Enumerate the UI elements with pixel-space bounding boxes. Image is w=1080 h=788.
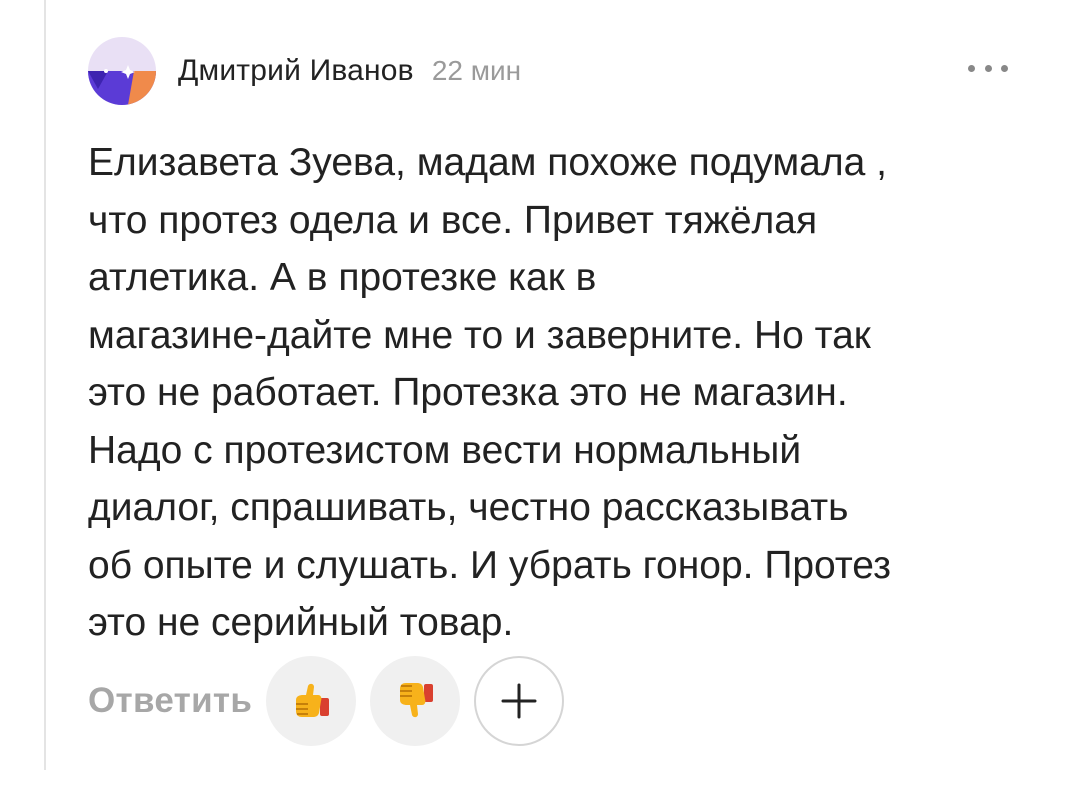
like-button[interactable] — [266, 656, 357, 746]
comment-header: Дмитрий Иванов 22 мин — [88, 36, 1038, 106]
avatar[interactable] — [88, 37, 156, 105]
avatar-image — [88, 37, 156, 105]
dislike-button[interactable] — [370, 656, 461, 746]
comment-text: Елизавета Зуева, мадам похоже подумала ,… — [88, 141, 892, 644]
comment-actions: Ответить — [88, 656, 565, 746]
thumbs-down-icon — [400, 683, 434, 718]
author-name[interactable]: Дмитрий Иванов — [178, 54, 414, 88]
comment: Дмитрий Иванов 22 мин Елизавета Зуева, м… — [88, 36, 1038, 652]
thread-line — [44, 0, 46, 770]
add-reaction-button[interactable] — [474, 656, 565, 746]
plus-icon — [501, 683, 537, 719]
comment-time: 22 мин — [431, 55, 522, 86]
thumbs-up-icon — [296, 683, 330, 717]
reply-button[interactable]: Ответить — [88, 681, 252, 721]
more-dots-icon[interactable] — [968, 56, 1008, 80]
